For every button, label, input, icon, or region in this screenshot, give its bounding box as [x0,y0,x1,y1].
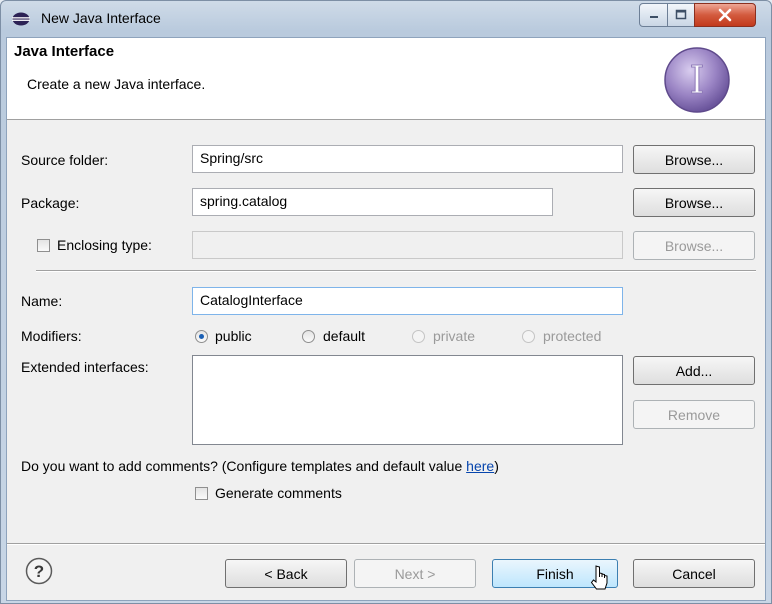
comments-question-text: Do you want to add comments? (Configure … [21,458,467,474]
generate-comments-label: Generate comments [215,485,342,501]
wizard-header: Java Interface Create a new Java interfa… [7,38,765,120]
comments-close-paren: ) [494,458,499,474]
help-icon[interactable]: ? [25,557,53,585]
package-input[interactable]: spring.catalog [192,188,553,216]
modifier-private-label: private [433,328,476,344]
footer-separator [7,543,765,545]
modifier-private-radio[interactable] [412,330,425,343]
svg-text:I: I [689,58,704,102]
next-button[interactable]: Next > [354,559,476,588]
extended-interfaces-label: Extended interfaces: [21,359,149,375]
window-title: New Java Interface [41,10,161,26]
modifier-default-label: default [323,328,366,344]
svg-text:?: ? [34,562,44,581]
minimize-icon [649,16,658,18]
modifiers-label: Modifiers: [21,328,82,344]
modifier-protected-label: protected [543,328,602,344]
dialog-client-area: Java Interface Create a new Java interfa… [6,37,766,601]
modifier-public-radio[interactable] [195,330,208,343]
extended-interfaces-list[interactable] [192,355,623,445]
enclosing-type-browse-button[interactable]: Browse... [633,231,755,260]
remove-interface-button[interactable]: Remove [633,400,755,429]
separator [36,270,756,272]
source-folder-input[interactable]: Spring/src [192,145,623,173]
comments-question: Do you want to add comments? (Configure … [21,458,499,474]
close-button[interactable] [694,3,756,27]
maximize-button[interactable] [667,3,695,27]
maximize-icon [675,9,687,20]
modifier-public-label: public [215,328,252,344]
enclosing-type-input[interactable] [192,231,623,259]
mouse-pointer-icon [590,565,608,590]
enclosing-type-checkbox[interactable] [37,239,50,252]
back-button[interactable]: < Back [225,559,347,588]
modifier-default-radio[interactable] [302,330,315,343]
generate-comments-checkbox[interactable] [195,487,208,500]
header-description: Create a new Java interface. [27,76,206,92]
cancel-button[interactable]: Cancel [633,559,755,588]
configure-templates-link[interactable]: here [466,458,494,474]
package-browse-button[interactable]: Browse... [633,188,755,217]
enclosing-type-label: Enclosing type: [57,237,152,253]
minimize-button[interactable] [639,3,668,27]
eclipse-icon [12,12,30,26]
name-label: Name: [21,293,63,309]
title-bar[interactable]: New Java Interface [1,1,771,37]
name-input[interactable]: CatalogInterface [192,287,623,315]
source-folder-browse-button[interactable]: Browse... [633,145,755,174]
java-interface-icon: I [664,47,730,113]
add-interface-button[interactable]: Add... [633,356,755,385]
dialog-window: New Java Interface Java Interface Create… [0,0,772,604]
close-icon [718,8,732,22]
header-title: Java Interface [14,43,115,60]
modifier-protected-radio[interactable] [522,330,535,343]
source-folder-label: Source folder: [21,152,109,168]
package-label: Package: [21,195,80,211]
